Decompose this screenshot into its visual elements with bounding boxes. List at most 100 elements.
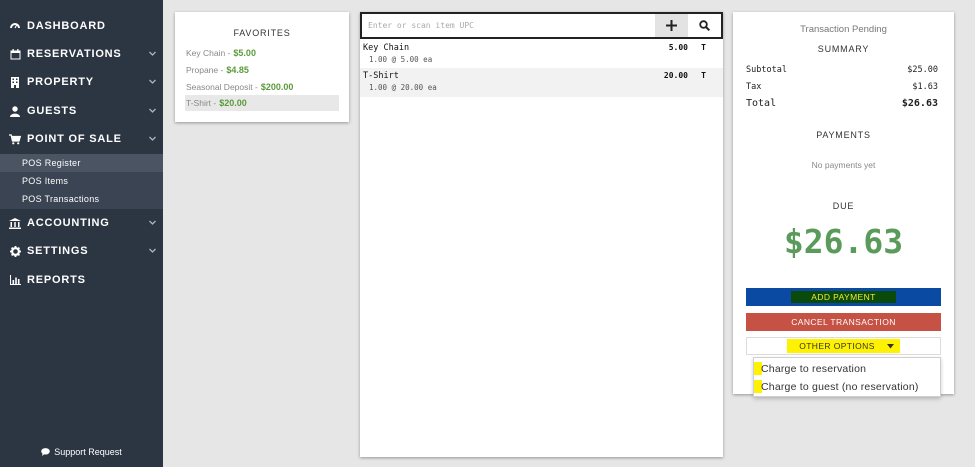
favorites-panel: FAVORITES Key Chain - $5.00 Propane - $4.8… [175, 12, 349, 122]
nav-accounting[interactable]: ACCOUNTING [0, 210, 163, 236]
upc-search-input[interactable] [362, 14, 655, 37]
favorite-name: Key Chain [186, 48, 226, 58]
payments-title: PAYMENTS [816, 130, 871, 140]
cart-item-amount: 20.00 [663, 71, 688, 80]
favorite-price: $4.85 [226, 65, 249, 75]
subtotal-value: $25.00 [907, 65, 938, 75]
chart-icon [9, 274, 21, 286]
favorite-price: $5.00 [233, 48, 256, 58]
nav-reservations[interactable]: RESERVATIONS [0, 41, 163, 67]
nav-settings[interactable]: SETTINGS [0, 238, 163, 264]
tax-row: Tax $1.63 [746, 82, 938, 92]
user-icon [9, 105, 21, 117]
cart-line-item[interactable]: Key Chain 1.00 @ 5.00 ea 5.00 T [360, 40, 723, 69]
nav-dashboard[interactable]: DASHBOARD [0, 13, 163, 39]
sub-item-label: POS Register [22, 158, 81, 168]
nav-label: RESERVATIONS [27, 48, 122, 60]
support-label: Support Request [54, 447, 122, 457]
nav-property[interactable]: PROPERTY [0, 69, 163, 95]
sub-item-pos-items[interactable]: POS Items [0, 172, 163, 190]
nav-label: GUESTS [27, 105, 78, 117]
no-payments-text: No payments yet [811, 160, 876, 170]
cart-item-detail: 1.00 @ 20.00 ea [369, 83, 437, 92]
calendar-icon [9, 48, 21, 60]
favorite-price: $20.00 [219, 98, 247, 108]
favorite-item[interactable]: T-Shirt - $20.00 [185, 95, 339, 111]
summary-title: SUMMARY [817, 44, 870, 54]
search-button[interactable] [688, 14, 721, 37]
plus-icon [666, 20, 677, 31]
nav-label: REPORTS [27, 274, 86, 286]
chevron-down-icon [149, 51, 156, 56]
sub-item-pos-register[interactable]: POS Register [0, 154, 163, 172]
favorite-price: $200.00 [260, 82, 294, 92]
favorite-name: Propane [186, 65, 219, 75]
cart-item-amount: 5.00 [668, 43, 688, 52]
sub-item-label: POS Transactions [22, 194, 100, 204]
tax-value: $1.63 [912, 82, 938, 92]
caret-down-icon [886, 343, 894, 348]
gear-icon [9, 245, 21, 257]
cart-item-tax-flag: T [701, 43, 706, 52]
summary-panel: Transaction Pending SUMMARY Subtotal $25… [733, 12, 954, 394]
nav-label: DASHBOARD [27, 20, 106, 32]
other-options-label: OTHER OPTIONS [793, 340, 881, 352]
chevron-down-icon [149, 108, 156, 113]
cart-line-item[interactable]: T-Shirt 1.00 @ 20.00 ea 20.00 T [360, 68, 723, 97]
charge-to-guest-option[interactable]: Charge to guest (no reservation) [754, 378, 940, 395]
nav-label: ACCOUNTING [27, 217, 110, 229]
nav-label: SETTINGS [27, 245, 89, 257]
nav-point-of-sale[interactable]: POINT OF SALE [0, 126, 163, 152]
nav-label: PROPERTY [27, 76, 94, 88]
bank-icon [9, 217, 21, 229]
sidebar: DASHBOARD RESERVATIONS PROPERTY GUESTS P… [0, 0, 163, 467]
favorite-item[interactable]: Key Chain - $5.00 [185, 45, 339, 61]
cart-item-tax-flag: T [701, 71, 706, 80]
option-label: Charge to guest (no reservation) [761, 380, 919, 393]
nav-reports[interactable]: REPORTS [0, 267, 163, 293]
favorite-item[interactable]: Seasonal Deposit - $200.00 [185, 79, 339, 95]
support-request-link[interactable]: Support Request [0, 447, 163, 457]
subtotal-row: Subtotal $25.00 [746, 65, 938, 75]
nav-guests[interactable]: GUESTS [0, 98, 163, 124]
favorite-item[interactable]: Propane - $4.85 [185, 62, 339, 78]
add-payment-label: ADD PAYMENT [791, 291, 896, 303]
due-amount: $26.63 [783, 222, 904, 261]
total-label: Total [746, 98, 777, 109]
due-title: DUE [832, 201, 855, 211]
add-payment-button[interactable]: ADD PAYMENT [746, 288, 941, 306]
sub-item-label: POS Items [22, 176, 69, 186]
total-row: Total $26.63 [746, 98, 938, 109]
other-options-wrap: OTHER OPTIONS [787, 339, 900, 353]
chat-icon [41, 448, 51, 456]
cart-item-detail: 1.00 @ 5.00 ea [369, 55, 433, 64]
pos-submenu: POS Register POS Items POS Transactions [0, 154, 163, 209]
cart-item-name: Key Chain [363, 43, 410, 53]
cart-icon [9, 133, 21, 145]
search-icon [699, 20, 710, 31]
favorites-title: FAVORITES [233, 28, 291, 38]
nav-label: POINT OF SALE [27, 133, 122, 145]
total-value: $26.63 [901, 98, 938, 109]
building-icon [9, 76, 21, 88]
chevron-down-icon [149, 248, 156, 253]
dashboard-icon [9, 20, 21, 32]
add-item-button[interactable] [655, 14, 688, 37]
cancel-label: CANCEL TRANSACTION [791, 317, 896, 327]
transaction-status: Transaction Pending [800, 24, 887, 35]
subtotal-label: Subtotal [746, 65, 787, 75]
favorite-name: Seasonal Deposit [186, 82, 253, 92]
cart-item-name: T-Shirt [363, 71, 399, 81]
sub-item-pos-transactions[interactable]: POS Transactions [0, 190, 163, 208]
other-options-button[interactable]: OTHER OPTIONS [746, 337, 941, 355]
other-options-dropdown: Charge to reservation Charge to guest (n… [753, 357, 941, 397]
cart-panel: Key Chain 1.00 @ 5.00 ea 5.00 T T-Shirt … [360, 12, 723, 457]
chevron-down-icon [149, 79, 156, 84]
charge-to-reservation-option[interactable]: Charge to reservation [754, 360, 940, 377]
chevron-down-icon [149, 136, 156, 141]
favorite-name: T-Shirt [186, 98, 212, 108]
tax-label: Tax [746, 82, 762, 92]
cancel-transaction-button[interactable]: CANCEL TRANSACTION [746, 313, 941, 331]
chevron-down-icon [149, 220, 156, 225]
scan-bar [360, 12, 723, 39]
